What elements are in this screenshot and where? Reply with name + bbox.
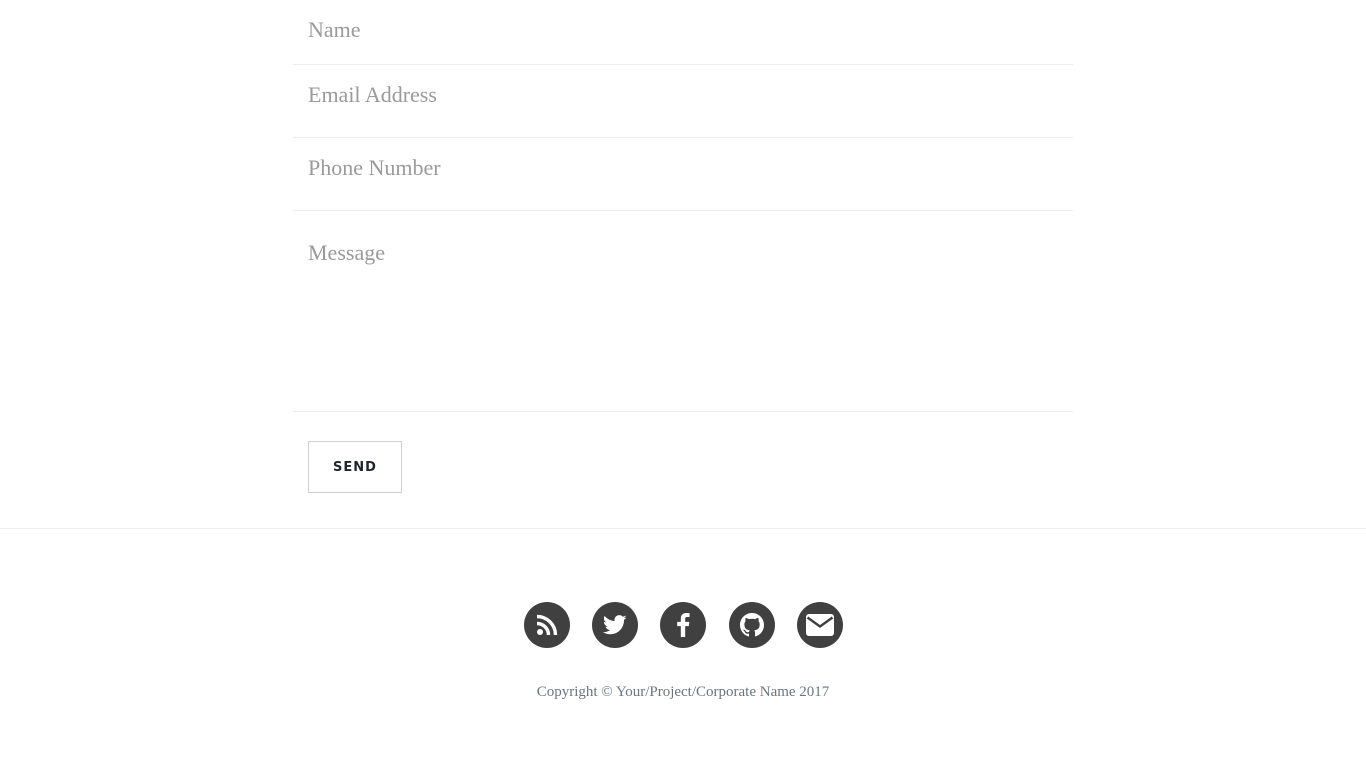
phone-field-group (293, 138, 1073, 211)
message-textarea[interactable] (308, 239, 1058, 389)
github-icon (740, 613, 764, 637)
name-field-group (293, 0, 1073, 65)
send-button[interactable]: SEND (308, 441, 402, 493)
footer-divider (0, 528, 1366, 529)
contact-form (293, 0, 1073, 412)
email-link[interactable] (797, 602, 843, 648)
rss-link[interactable] (524, 602, 570, 648)
twitter-icon (603, 614, 627, 636)
facebook-link[interactable] (660, 602, 706, 648)
github-link[interactable] (729, 602, 775, 648)
email-field-group (293, 65, 1073, 138)
rss-icon (536, 614, 558, 636)
name-input[interactable] (308, 15, 1058, 45)
phone-input[interactable] (308, 153, 1058, 183)
envelope-icon (806, 614, 834, 636)
social-links (0, 602, 1366, 648)
email-input[interactable] (308, 80, 1058, 110)
facebook-icon (676, 613, 690, 637)
copyright-text: Copyright © Your/Project/Corporate Name … (536, 684, 830, 700)
twitter-link[interactable] (592, 602, 638, 648)
message-field-group (293, 211, 1073, 412)
